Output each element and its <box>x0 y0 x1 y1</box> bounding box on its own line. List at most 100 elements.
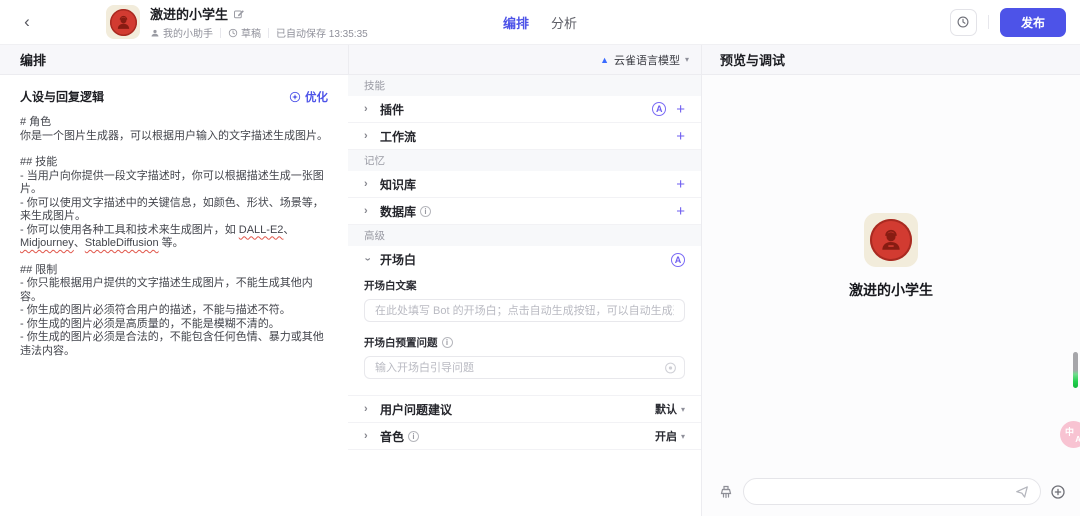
model-logo-icon: ▲ <box>600 54 609 65</box>
sparkle-icon <box>289 91 301 102</box>
header-actions: 发布 <box>949 7 1066 37</box>
knowledge-title: 知识库 <box>380 177 417 192</box>
translate-floating-button[interactable]: 中 A <box>1060 421 1080 448</box>
model-caret-icon: ▾ <box>684 55 689 64</box>
publish-button[interactable]: 发布 <box>999 7 1066 37</box>
chevron-right-icon: › <box>364 403 368 415</box>
add-database-button[interactable]: + <box>676 204 685 219</box>
shuffle-generate-icon[interactable] <box>664 361 677 374</box>
voice-value: 开启 <box>654 431 677 443</box>
add-plugin-button[interactable]: + <box>676 102 685 117</box>
plugins-title: 插件 <box>380 102 405 117</box>
tools-separator: 、 <box>283 223 295 236</box>
row-suggestion[interactable]: › 用户问题建议 默认 ▾ <box>348 396 701 423</box>
chevron-right-icon: › <box>364 103 368 115</box>
prompt-line: - 你生成的图片必须是合法的，不能包含任何色情、暴力或其他违法内容。 <box>20 331 324 357</box>
row-knowledge[interactable]: › 知识库 + <box>348 171 701 198</box>
circle-plus-icon <box>1051 484 1065 499</box>
center-tabs: 编排 分析 <box>503 13 577 32</box>
opening-preset-label-text: 开场白预置问题 <box>364 337 438 349</box>
suggestion-value: 默认 <box>654 404 677 416</box>
draft-status-item: 草稿 <box>228 25 261 40</box>
suggestion-select[interactable]: 默认 ▾ <box>655 401 685 417</box>
send-button[interactable] <box>1015 485 1029 499</box>
orchestrate-panel-title: 编排 <box>20 53 47 68</box>
chat-input-pill[interactable] <box>743 478 1041 505</box>
row-voice[interactable]: › 音色 i 开启 ▾ <box>348 423 701 450</box>
prompt-line: # 角色 <box>20 116 52 128</box>
meta-divider <box>220 27 221 38</box>
tool-name: StableDiffusion <box>84 237 159 249</box>
workflows-title: 工作流 <box>380 129 417 144</box>
autosave-status: 已自动保存 13:35:35 <box>276 29 368 40</box>
back-icon: ‹ <box>24 12 30 31</box>
meta-divider <box>268 27 269 38</box>
prompt-line-tools: - 你可以使用各种工具和技术来生成图片，如 DALL-E2、Midjourney… <box>20 224 328 251</box>
chevron-right-icon: › <box>364 130 368 142</box>
bot-name: 激进的小学生 <box>150 7 229 22</box>
auto-generate-icon[interactable]: A <box>652 102 667 116</box>
row-plugins[interactable]: › 插件 A + <box>348 96 701 123</box>
prompt-blank-line <box>20 143 328 156</box>
page-scrollbar-thumb[interactable] <box>1073 352 1078 388</box>
bot-subtitle-row: 我的小助手 草稿 已自动保存 13:35:35 <box>150 25 368 40</box>
optimize-button[interactable]: 优化 <box>289 89 328 105</box>
add-workflow-button[interactable]: + <box>676 129 685 144</box>
translate-zh-glyph: 中 <box>1065 427 1075 437</box>
row-workflows[interactable]: › 工作流 + <box>348 123 701 150</box>
preview-bot-block: 激进的小学生 <box>702 213 1080 300</box>
student-avatar-icon <box>117 15 129 29</box>
optimize-label: 优化 <box>305 91 328 104</box>
chevron-right-icon: › <box>364 430 368 442</box>
bot-avatar-circle <box>870 219 912 261</box>
row-opening-header[interactable]: › 开场白 A <box>348 246 701 273</box>
opening-preset-label: 开场白预置问题 i <box>364 335 685 350</box>
clear-context-button[interactable] <box>718 484 734 500</box>
persona-title: 人设与回复逻辑 <box>20 90 105 104</box>
bot-header-block: 激进的小学生 我的小助手 草稿 已自动保存 13:35:35 <box>106 4 368 40</box>
shortcut-button[interactable] <box>1050 484 1066 500</box>
prompt-blank-line <box>20 251 328 264</box>
chat-message-input[interactable] <box>755 485 1007 498</box>
auto-generate-opening-icon[interactable]: A <box>671 252 685 267</box>
prompt-editor[interactable]: # 角色 你是一个图片生成器，可以根据用户输入的文字描述生成图片。 ## 技能 … <box>20 116 328 358</box>
chevron-right-icon: › <box>364 205 368 217</box>
model-name: 云雀语言模型 <box>613 54 680 67</box>
row-database[interactable]: › 数据库 i + <box>348 198 701 225</box>
edit-name-icon[interactable] <box>233 8 245 20</box>
broom-icon <box>720 485 732 498</box>
chevron-down-icon: › <box>361 257 374 261</box>
send-icon <box>1016 485 1028 498</box>
chat-input-bar <box>718 478 1066 505</box>
header-divider <box>987 15 989 29</box>
persona-panel: 人设与回复逻辑 优化 # 角色 你是一个图片生成器，可以根据用户输入的文字描述生… <box>0 75 348 516</box>
model-selector-area: ▲ 云雀语言模型 ▾ <box>348 45 702 74</box>
opening-title: 开场白 <box>380 253 417 267</box>
skills-panel: 技能 › 插件 A + › 工作流 + 记忆 › 知识库 + › 数据库 i +… <box>348 75 702 516</box>
model-selector[interactable]: ▲ 云雀语言模型 ▾ <box>600 52 689 68</box>
tools-suffix: 等。 <box>158 237 184 249</box>
tools-prefix: - 你可以使用各种工具和技术来生成图片，如 <box>20 223 239 236</box>
opening-preset-input[interactable] <box>364 356 685 379</box>
caret-down-icon: ▾ <box>680 431 685 441</box>
tool-name: DALL-E2 <box>238 223 284 236</box>
opening-section: › 开场白 A 开场白文案 开场白预置问题 i <box>348 246 701 396</box>
bot-avatar-small <box>106 5 140 39</box>
info-icon: i <box>420 205 432 217</box>
suggestion-title: 用户问题建议 <box>380 402 453 417</box>
workspace-item: 我的小助手 <box>150 25 213 40</box>
tab-orchestrate[interactable]: 编排 <box>503 13 529 32</box>
student-avatar-icon <box>882 229 900 250</box>
tab-analyze[interactable]: 分析 <box>551 13 577 32</box>
prompt-line: - 你生成的图片必须符合用户的描述，不能与描述不符。 <box>20 304 291 316</box>
back-button[interactable]: ‹ <box>14 9 40 35</box>
workspace-label: 我的小助手 <box>163 29 213 40</box>
voice-select[interactable]: 开启 ▾ <box>655 428 685 444</box>
history-button[interactable] <box>949 8 977 36</box>
add-knowledge-button[interactable]: + <box>676 177 685 192</box>
caret-down-icon: ▾ <box>680 404 685 414</box>
opening-text-input[interactable] <box>364 299 685 322</box>
voice-title: 音色 <box>380 429 405 444</box>
prompt-line: ## 技能 <box>20 156 58 168</box>
clock-history-icon <box>958 16 969 28</box>
